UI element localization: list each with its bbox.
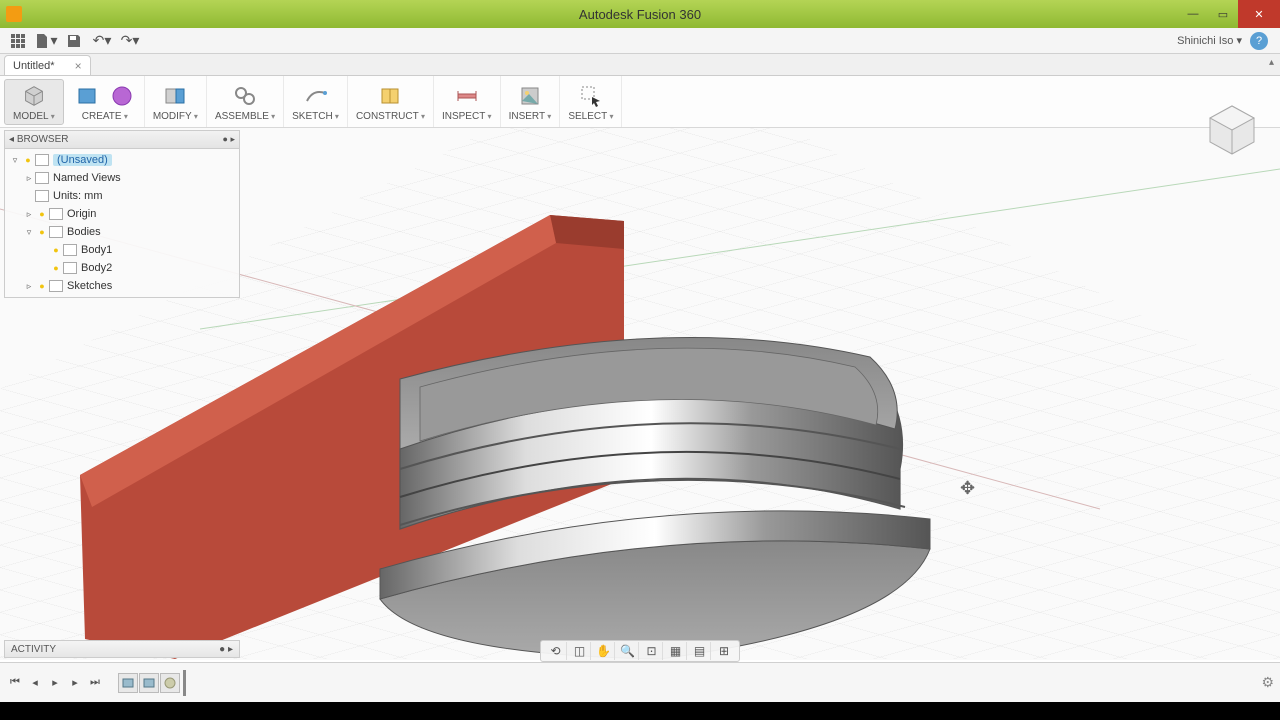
- grid-button[interactable]: ▤: [689, 642, 711, 660]
- pin-icon[interactable]: ● ▸: [223, 134, 235, 145]
- activity-pin-icon[interactable]: ● ▸: [219, 644, 233, 655]
- collapse-ribbon-icon[interactable]: ▴: [1269, 57, 1274, 68]
- browser-panel: ◂ BROWSER ● ▸ ▿(Unsaved) ▹Named Views Un…: [4, 130, 240, 298]
- inspect-group[interactable]: INSPECT: [434, 76, 501, 127]
- undo-button[interactable]: ↶▾: [90, 30, 114, 52]
- browser-header[interactable]: ◂ BROWSER ● ▸: [5, 131, 239, 149]
- workspace-selector[interactable]: MODEL: [4, 79, 64, 125]
- browser-title: BROWSER: [17, 134, 69, 145]
- timeline-next-button[interactable]: ▸: [66, 674, 84, 692]
- fit-button[interactable]: ⊡: [641, 642, 663, 660]
- model-workspace-icon: [20, 82, 48, 110]
- timeline-feature-2[interactable]: [139, 673, 159, 693]
- pan-button[interactable]: ✋: [593, 642, 615, 660]
- modify-group[interactable]: MODIFY: [145, 76, 207, 127]
- user-menu[interactable]: Shinichi Iso ▾: [1177, 34, 1242, 47]
- insert-group[interactable]: INSERT: [501, 76, 561, 127]
- sphere-icon: [108, 82, 136, 110]
- zoom-button[interactable]: 🔍: [617, 642, 639, 660]
- insert-label: INSERT: [509, 111, 552, 122]
- document-tab-row: Untitled* × ▴: [0, 54, 1280, 76]
- document-tab[interactable]: Untitled* ×: [4, 55, 91, 75]
- insert-icon: [516, 82, 544, 110]
- bottom-black-bar: [0, 702, 1280, 720]
- view-cube[interactable]: [1202, 100, 1262, 160]
- select-group[interactable]: SELECT: [560, 76, 622, 127]
- display-button[interactable]: ▦: [665, 642, 687, 660]
- save-button[interactable]: [62, 30, 86, 52]
- viewports-button[interactable]: ⊞: [713, 642, 735, 660]
- tree-body2[interactable]: Body2: [5, 259, 239, 277]
- sketch-group[interactable]: SKETCH: [284, 76, 348, 127]
- file-button[interactable]: ▾: [34, 30, 58, 52]
- minimize-button[interactable]: —: [1178, 0, 1208, 28]
- browser-tree: ▿(Unsaved) ▹Named Views Units: mm ▹Origi…: [5, 149, 239, 297]
- activity-panel[interactable]: ACTIVITY ● ▸: [4, 640, 240, 658]
- ribbon-toolbar: MODEL CREATE MODIFY ASSEMBLE SKETCH CONS…: [0, 76, 1280, 128]
- sketch-icon: [302, 82, 330, 110]
- assemble-label: ASSEMBLE: [215, 111, 275, 122]
- timeline-start-button[interactable]: ⏮: [6, 674, 24, 692]
- document-tab-label: Untitled*: [13, 60, 55, 72]
- timeline: ⏮ ◂ ▸ ▸ ⏭ ⚙: [0, 662, 1280, 702]
- timeline-end-button[interactable]: ⏭: [86, 674, 104, 692]
- tree-body1[interactable]: Body1: [5, 241, 239, 259]
- tree-root[interactable]: ▿(Unsaved): [5, 151, 239, 169]
- timeline-marker[interactable]: [183, 670, 186, 696]
- assemble-icon: [231, 82, 259, 110]
- window-controls: — ▭ ✕: [1178, 0, 1280, 28]
- activity-label: ACTIVITY: [11, 644, 56, 655]
- sketch-label: SKETCH: [292, 111, 339, 122]
- workspace-label: MODEL: [13, 111, 55, 122]
- help-button[interactable]: ?: [1250, 32, 1268, 50]
- modify-label: MODIFY: [153, 111, 198, 122]
- assemble-group[interactable]: ASSEMBLE: [207, 76, 284, 127]
- inspect-icon: [453, 82, 481, 110]
- redo-button[interactable]: ↷▾: [118, 30, 142, 52]
- navigation-bar: ⟲ ◫ ✋ 🔍 ⊡ ▦ ▤ ⊞: [540, 640, 740, 662]
- box-icon: [74, 82, 102, 110]
- timeline-feature-1[interactable]: [118, 673, 138, 693]
- create-group[interactable]: CREATE: [66, 76, 145, 127]
- quick-access-toolbar: ▾ ↶▾ ↷▾ Shinichi Iso ▾ ?: [0, 28, 1280, 54]
- timeline-settings-icon[interactable]: ⚙: [1261, 674, 1274, 691]
- app-icon: [6, 6, 22, 22]
- tree-named-views[interactable]: ▹Named Views: [5, 169, 239, 187]
- tree-bodies[interactable]: ▿Bodies: [5, 223, 239, 241]
- create-label: CREATE: [82, 111, 128, 122]
- close-tab-icon[interactable]: ×: [75, 59, 82, 73]
- construct-group[interactable]: CONSTRUCT: [348, 76, 434, 127]
- tree-units[interactable]: Units: mm: [5, 187, 239, 205]
- timeline-feature-3[interactable]: [160, 673, 180, 693]
- look-button[interactable]: ◫: [569, 642, 591, 660]
- modify-icon: [161, 82, 189, 110]
- timeline-play-button[interactable]: ▸: [46, 674, 64, 692]
- timeline-play-controls: ⏮ ◂ ▸ ▸ ⏭: [6, 674, 104, 692]
- timeline-prev-button[interactable]: ◂: [26, 674, 44, 692]
- select-label: SELECT: [568, 111, 613, 122]
- app-title: Autodesk Fusion 360: [579, 7, 701, 22]
- orbit-cursor-icon: ✥: [960, 478, 975, 499]
- select-icon: [577, 82, 605, 110]
- tree-sketches[interactable]: ▹Sketches: [5, 277, 239, 295]
- construct-icon: [376, 82, 404, 110]
- maximize-button[interactable]: ▭: [1208, 0, 1238, 28]
- tree-origin[interactable]: ▹Origin: [5, 205, 239, 223]
- orbit-button[interactable]: ⟲: [545, 642, 567, 660]
- inspect-label: INSPECT: [442, 111, 492, 122]
- data-panel-button[interactable]: [6, 30, 30, 52]
- title-bar: Autodesk Fusion 360 — ▭ ✕: [0, 0, 1280, 28]
- construct-label: CONSTRUCT: [356, 111, 425, 122]
- close-button[interactable]: ✕: [1238, 0, 1280, 28]
